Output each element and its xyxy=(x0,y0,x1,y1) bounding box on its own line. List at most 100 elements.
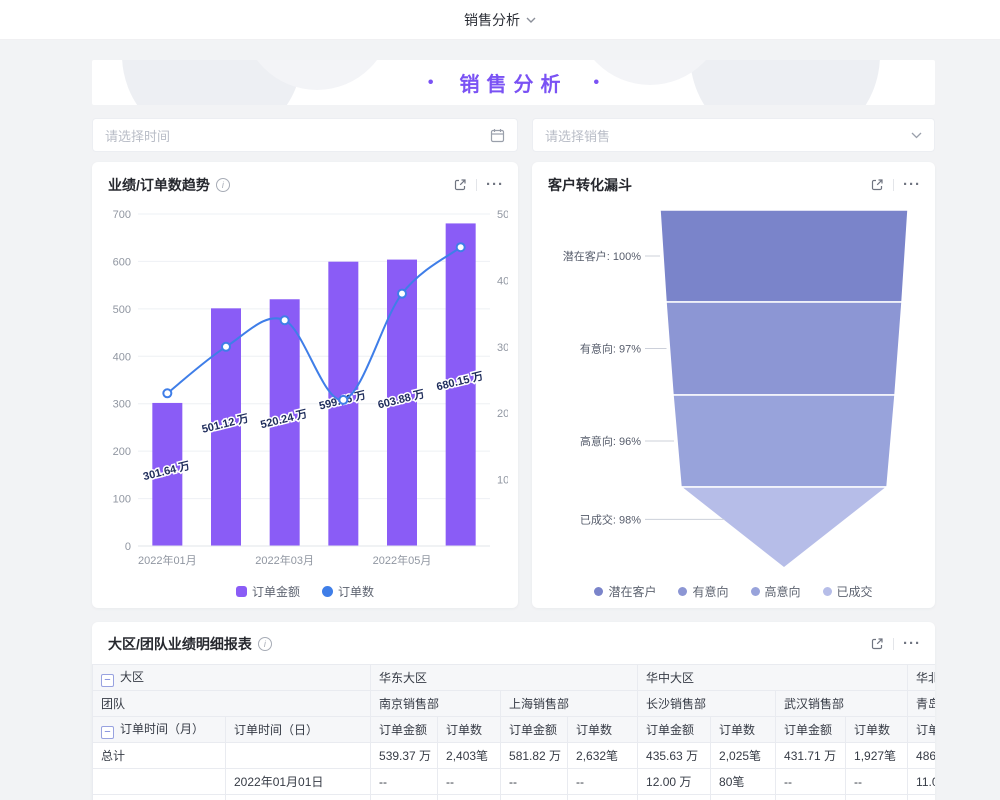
table-cell: 订单时间（日） xyxy=(226,717,371,743)
table-cell: 435.63 万 xyxy=(638,743,711,769)
table-cell: -- xyxy=(371,769,438,795)
dashboard-content: • 销售分析 • 请选择时间 请选择销售 业绩/订单数趋势 xyxy=(0,60,935,800)
banner-dot: • xyxy=(428,74,434,92)
table-cell: 订单数 xyxy=(711,717,776,743)
trend-card-title: 业绩/订单数趋势 i xyxy=(108,175,230,195)
svg-text:2022年03月: 2022年03月 xyxy=(255,553,314,567)
table-cell: 订单数 xyxy=(846,717,908,743)
info-icon[interactable]: i xyxy=(216,178,230,192)
top-bar: 销售分析 xyxy=(0,0,1000,40)
svg-text:50: 50 xyxy=(497,209,508,221)
banner-title-text: 销售分析 xyxy=(460,68,568,97)
table-cell: 2022年01月01日 xyxy=(226,769,371,795)
collapse-minus-icon[interactable]: − xyxy=(101,674,114,687)
funnel-legend-swatch xyxy=(594,587,603,596)
funnel-legend-swatch xyxy=(751,587,760,596)
banner: • 销售分析 • xyxy=(92,60,935,105)
table-cell: -- xyxy=(846,795,908,800)
table-cell: -- xyxy=(846,769,908,795)
team-header-row: 团队南京销售部上海销售部长沙销售部武汉销售部青岛销售部 xyxy=(93,691,936,717)
info-icon[interactable]: i xyxy=(258,637,272,651)
svg-text:10: 10 xyxy=(497,475,508,487)
svg-text:400: 400 xyxy=(113,351,131,363)
report-table-header: 大区/团队业绩明细报表 i ··· xyxy=(92,622,935,664)
divider xyxy=(893,179,894,191)
export-icon[interactable] xyxy=(453,178,467,192)
filter-row: 请选择时间 请选择销售 xyxy=(92,118,935,152)
table-row: 2022年01月02日--------23.05 万98笔------ xyxy=(93,795,936,800)
divider xyxy=(476,179,477,191)
sales-filter-select[interactable]: 请选择销售 xyxy=(532,118,935,152)
table-cell: 581.82 万 xyxy=(501,743,568,769)
export-icon[interactable] xyxy=(870,637,884,651)
time-filter-input[interactable]: 请选择时间 xyxy=(92,118,518,152)
time-filter-placeholder: 请选择时间 xyxy=(105,126,170,145)
legend-item[interactable]: 已成交 xyxy=(823,583,873,600)
report-table-title-text: 大区/团队业绩明细报表 xyxy=(108,634,252,654)
svg-text:100: 100 xyxy=(113,494,131,506)
table-cell xyxy=(93,795,226,800)
table-cell: −订单时间（月） xyxy=(93,717,226,743)
table-cell: 订单数 xyxy=(568,717,638,743)
svg-text:700: 700 xyxy=(113,209,131,221)
legend-item[interactable]: 高意向 xyxy=(751,583,801,600)
table-cell: 2,025笔 xyxy=(711,743,776,769)
trend-card: 业绩/订单数趋势 i ··· 0100200300400500600700102… xyxy=(92,162,518,608)
svg-text:0: 0 xyxy=(125,541,131,553)
funnel-legend-swatch xyxy=(678,587,687,596)
funnel-card-actions: ··· xyxy=(870,178,921,192)
table-cell: 98笔 xyxy=(711,795,776,800)
table-cell: 2,403笔 xyxy=(438,743,501,769)
calendar-icon xyxy=(490,128,505,143)
trend-card-title-text: 业绩/订单数趋势 xyxy=(108,175,210,195)
funnel-legend: 潜在客户 有意向 高意向 已成交 xyxy=(532,583,935,600)
table-cell: 总计 xyxy=(93,743,226,769)
trend-legend: 订单金额 订单数 xyxy=(92,583,518,600)
app-title: 销售分析 xyxy=(464,10,520,30)
funnel-card-title: 客户转化漏斗 xyxy=(548,175,632,195)
more-icon[interactable]: ··· xyxy=(486,180,504,190)
report-table-title: 大区/团队业绩明细报表 i xyxy=(108,634,272,654)
funnel-card: 客户转化漏斗 ··· 潜在客户: 100%有意向: 97%高意向: 96%已成交… xyxy=(532,162,935,608)
table-cell: 23.05 万 xyxy=(638,795,711,800)
trend-card-actions: ··· xyxy=(453,178,504,192)
funnel-card-header: 客户转化漏斗 ··· xyxy=(532,162,935,200)
legend-item[interactable]: 有意向 xyxy=(678,583,728,600)
legend-item[interactable]: 订单数 xyxy=(322,583,374,600)
table-cell: 80笔 xyxy=(711,769,776,795)
table-cell: 2,632笔 xyxy=(568,743,638,769)
svg-text:20: 20 xyxy=(497,408,508,420)
chevron-down-icon xyxy=(911,132,922,139)
table-cell: 订单金额 xyxy=(908,717,935,743)
banner-dot: • xyxy=(594,74,600,92)
table-cell: 486.0 xyxy=(908,743,935,769)
funnel-card-title-text: 客户转化漏斗 xyxy=(548,175,632,195)
app-title-dropdown[interactable]: 销售分析 xyxy=(464,10,536,30)
more-icon[interactable]: ··· xyxy=(903,180,921,190)
table-cell: -- xyxy=(776,795,846,800)
table-cell: -- xyxy=(438,769,501,795)
table-cell: 订单金额 xyxy=(776,717,846,743)
table-cell: 武汉销售部 xyxy=(776,691,908,717)
pivot-table: −大区华东大区华中大区华北大区团队南京销售部上海销售部长沙销售部武汉销售部青岛销… xyxy=(92,664,935,800)
svg-text:300: 300 xyxy=(113,399,131,411)
bar-legend-swatch xyxy=(236,586,247,597)
more-icon[interactable]: ··· xyxy=(903,639,921,649)
export-icon[interactable] xyxy=(870,178,884,192)
table-cell: -- xyxy=(908,795,935,800)
report-table-card: 大区/团队业绩明细报表 i ··· −大区华东大区华中大区华北大区团队南京销售部… xyxy=(92,622,935,800)
table-cell: 华中大区 xyxy=(638,665,908,691)
svg-text:40: 40 xyxy=(497,275,508,287)
line-legend-swatch xyxy=(322,586,333,597)
table-cell: 12.00 万 xyxy=(638,769,711,795)
svg-text:500: 500 xyxy=(113,304,131,316)
table-cell: 团队 xyxy=(93,691,371,717)
legend-item[interactable]: 潜在客户 xyxy=(594,583,656,600)
table-cell: -- xyxy=(776,769,846,795)
banner-decoration xyxy=(690,60,880,105)
collapse-minus-icon[interactable]: − xyxy=(101,726,114,739)
table-cell: 上海销售部 xyxy=(501,691,638,717)
table-cell: 青岛销售部 xyxy=(908,691,935,717)
legend-item[interactable]: 订单金额 xyxy=(236,583,300,600)
table-cell: -- xyxy=(501,769,568,795)
